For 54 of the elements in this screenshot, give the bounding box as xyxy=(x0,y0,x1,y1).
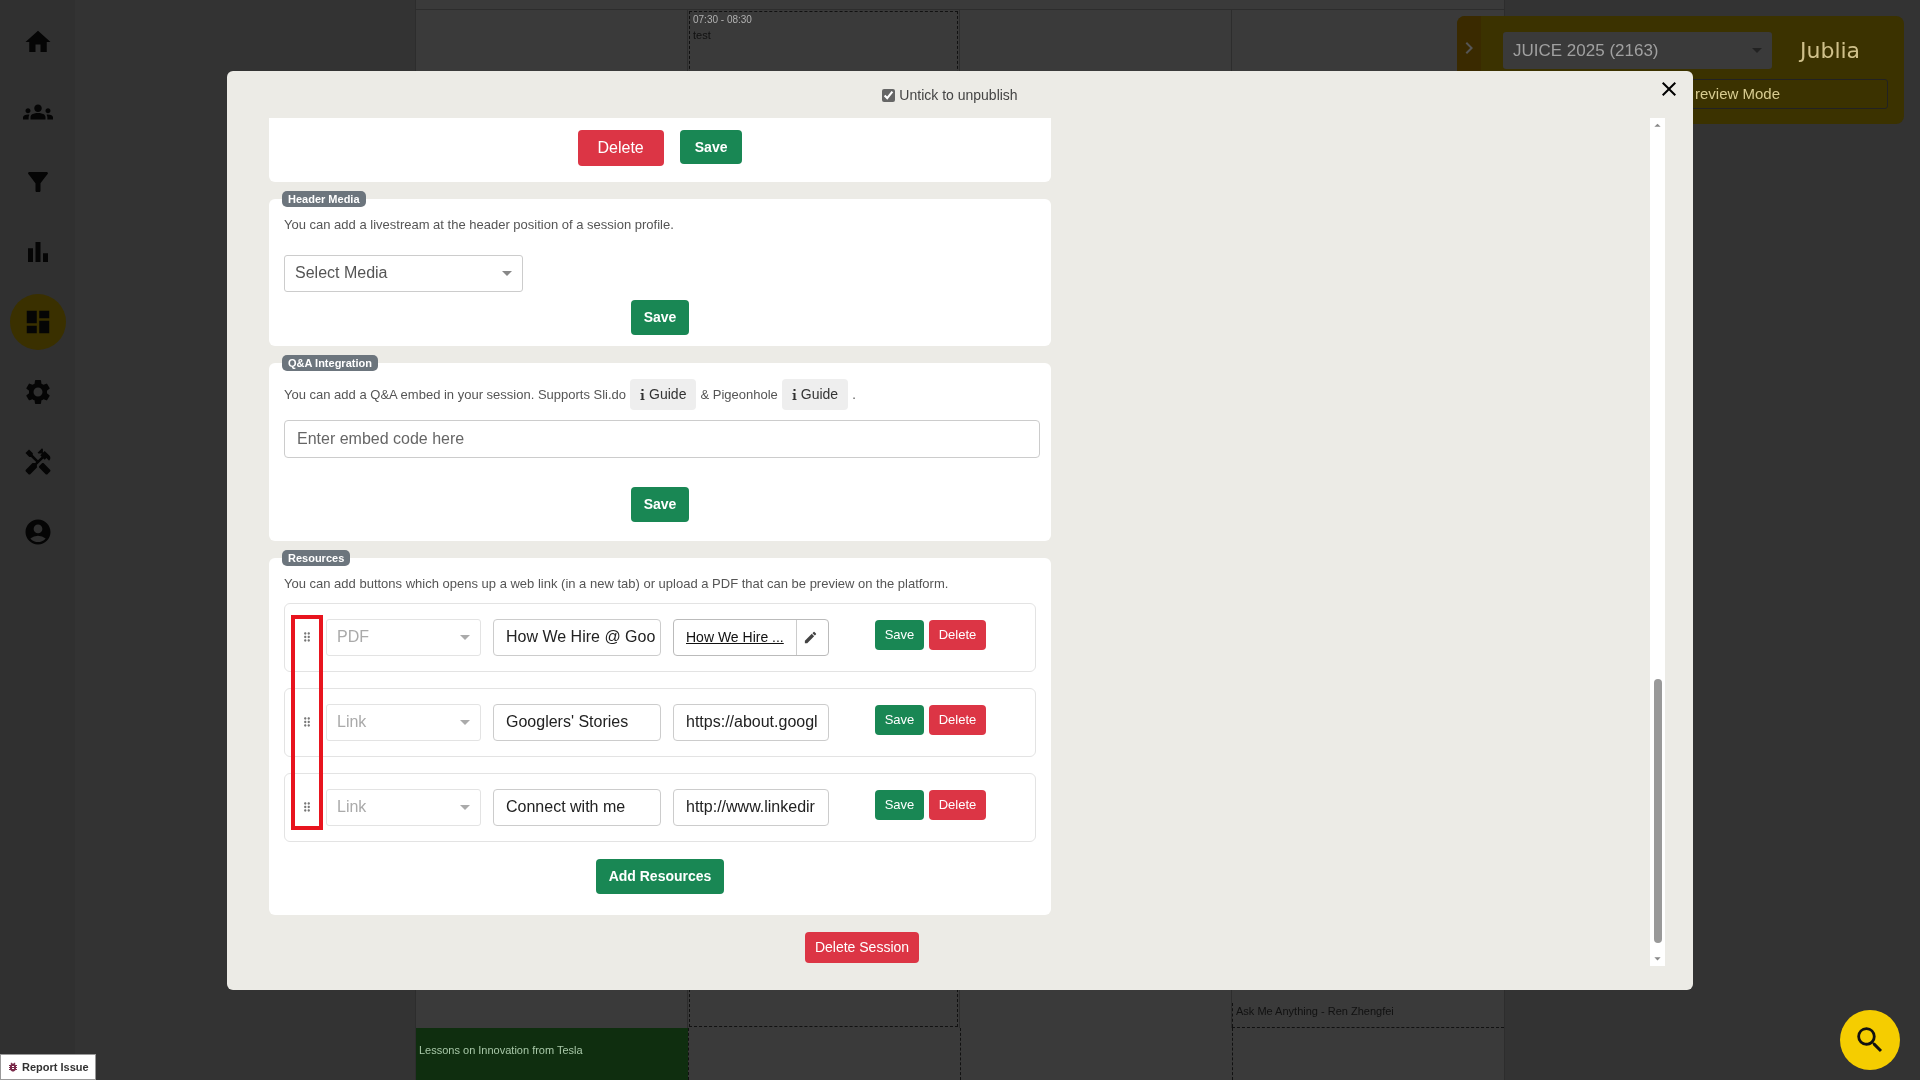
bug-icon xyxy=(7,1061,19,1073)
section-badge: Q&A Integration xyxy=(282,355,378,371)
delete-button[interactable]: Delete xyxy=(577,130,664,166)
save-button[interactable]: Save xyxy=(631,487,689,522)
calendar-event[interactable]: Lessons on Innovation from Tesla xyxy=(416,1028,688,1080)
section-description: You can add buttons which opens up a web link (in a new tab) or upload a PDF that can be preview on the platform. xyxy=(284,575,950,593)
logo: Jublia xyxy=(1800,37,1861,65)
name-field[interactable]: Connect with me xyxy=(493,788,661,826)
embed-code-field[interactable]: Enter embed code here xyxy=(284,420,1040,458)
event-select[interactable]: JUICE 2025 (2163) xyxy=(1503,32,1772,69)
delete-button[interactable]: Delete xyxy=(929,790,986,820)
save-button[interactable]: Save xyxy=(631,299,689,335)
edit-icon[interactable] xyxy=(802,629,818,645)
guide-button[interactable]: Guide xyxy=(630,379,697,410)
event-title: Lessons on Innovation from Tesla xyxy=(419,1044,583,1056)
url-field[interactable]: http://www.linkedir xyxy=(673,788,829,826)
info-icon xyxy=(791,389,797,400)
type-select[interactable]: PDF xyxy=(326,618,481,656)
publish-label: Untick to unpublish xyxy=(899,86,1018,105)
publish-checkbox[interactable] xyxy=(882,89,896,102)
caret-icon xyxy=(460,719,470,725)
save-button[interactable]: Save xyxy=(679,130,743,164)
caret-icon xyxy=(502,270,512,276)
section-description: You can add a livestream at the header position of a session profile. xyxy=(284,216,675,234)
section-badge: Header Media xyxy=(282,191,366,207)
file-link[interactable]: How We Hire ... xyxy=(674,626,796,648)
section-badge: Resources xyxy=(282,550,351,566)
report-issue-button[interactable]: Report Issue xyxy=(0,1054,96,1080)
section-description: . xyxy=(852,385,856,404)
url-field[interactable]: https://about.googl xyxy=(673,703,829,741)
name-field[interactable]: How We Hire @ Goo xyxy=(493,618,661,656)
caret-icon xyxy=(460,634,470,640)
search-button[interactable] xyxy=(1840,1010,1900,1070)
save-button[interactable]: Save xyxy=(875,620,924,650)
save-button[interactable]: Save xyxy=(875,790,924,820)
caret-icon xyxy=(1752,48,1762,53)
info-icon xyxy=(640,389,646,400)
section-description: & Pigeonhole xyxy=(700,385,778,404)
delete-button[interactable]: Delete xyxy=(929,705,986,735)
tools-icon xyxy=(22,447,53,477)
scrollbar-thumb[interactable] xyxy=(1653,679,1662,943)
event-time: 07:30 - 08:30 xyxy=(693,13,753,27)
name-field[interactable]: Googlers' Stories xyxy=(493,703,661,741)
save-button[interactable]: Save xyxy=(875,705,924,735)
media-select[interactable]: Select Media xyxy=(284,254,523,292)
type-select[interactable]: Link xyxy=(326,703,481,741)
file-field[interactable]: How We Hire ... xyxy=(673,618,829,656)
delete-button[interactable]: Delete xyxy=(929,620,986,650)
section-description: You can add a Q&A embed in your session. Supports Sli.do xyxy=(284,385,627,404)
guide-button[interactable]: Guide xyxy=(781,379,849,410)
type-select[interactable]: Link xyxy=(326,788,481,826)
delete-session-button[interactable]: Delete Session xyxy=(804,932,920,963)
add-resources-button[interactable]: Add Resources xyxy=(595,858,725,894)
caret-icon xyxy=(460,804,470,810)
